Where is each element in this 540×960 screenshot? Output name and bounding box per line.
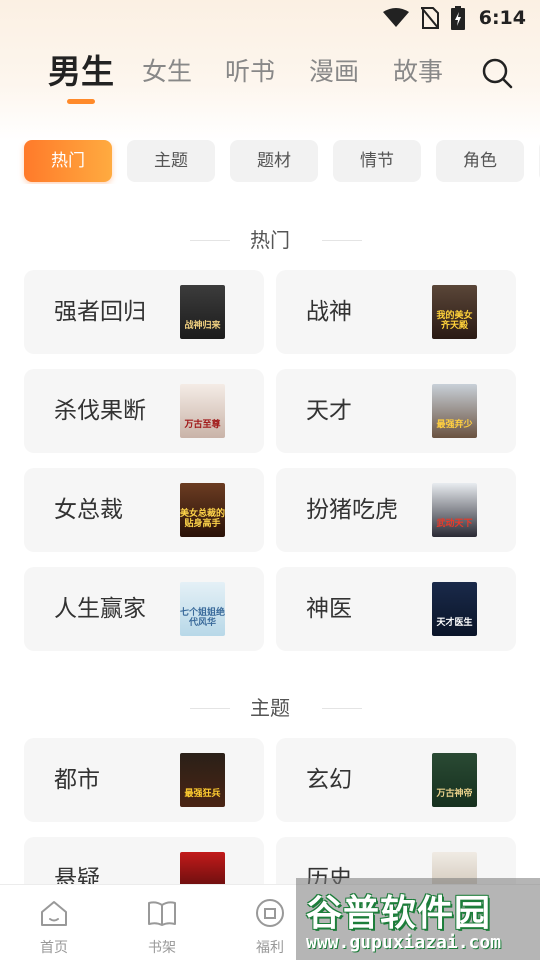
tab-comics[interactable]: 漫画 <box>309 50 359 94</box>
book-cover: 战神归来 <box>180 285 225 339</box>
card-label: 战神 <box>306 299 352 325</box>
home-icon <box>41 901 67 926</box>
tab-label: 听书 <box>225 57 276 86</box>
tab-label: 漫画 <box>309 57 360 86</box>
book-cover: 天才医生 <box>432 582 477 636</box>
chip-hot[interactable]: 热门 <box>24 140 112 182</box>
category-card[interactable]: 强者回归 战神归来 <box>24 270 264 354</box>
filter-chips: 热门 主题 题材 情节 角色 <box>0 140 540 184</box>
section-title-theme: 主题 <box>0 693 540 723</box>
cover-title: 武动天下 <box>436 519 473 529</box>
chip-genre[interactable]: 题材 <box>230 140 318 182</box>
card-label: 强者回归 <box>54 299 146 325</box>
top-nav-tabs: 男生 女生 听书 漫画 故事 <box>0 50 540 104</box>
tab-male[interactable]: 男生 <box>48 50 114 104</box>
tab-label: 故事 <box>393 57 444 86</box>
category-card[interactable]: 扮猪吃虎 武动天下 <box>276 468 516 552</box>
cover-title: 最强狂兵 <box>184 789 221 799</box>
tab-stories[interactable]: 故事 <box>393 50 443 94</box>
cover-title: 美女总裁的贴身高手 <box>180 509 225 529</box>
search-button[interactable] <box>480 56 514 90</box>
watermark: 谷普软件园 www.gupuxiazai.com <box>296 878 540 960</box>
status-time: 6:14 <box>478 7 526 29</box>
cover-title: 最强弃少 <box>436 420 473 430</box>
cover-title: 我的美女 齐天殿 <box>436 311 473 331</box>
category-card[interactable]: 战神 我的美女 齐天殿 <box>276 270 516 354</box>
cover-title: 战神归来 <box>184 321 221 331</box>
book-cover: 万古至尊 <box>180 384 225 438</box>
section-title-hot: 热门 <box>0 225 540 255</box>
chip-plot[interactable]: 情节 <box>333 140 421 182</box>
no-sim-icon <box>420 7 439 29</box>
book-cover: 最强弃少 <box>432 384 477 438</box>
battery-charging-icon <box>450 6 465 30</box>
cover-title: 万古至尊 <box>184 420 221 430</box>
bottom-nav-bookshelf[interactable]: 书架 <box>122 885 202 960</box>
card-label: 女总裁 <box>54 497 123 523</box>
search-icon <box>482 58 513 89</box>
category-card[interactable]: 人生赢家 七个姐姐绝代风华 <box>24 567 264 651</box>
card-label: 天才 <box>306 398 352 424</box>
chip-theme[interactable]: 主题 <box>127 140 215 182</box>
gift-icon <box>256 899 284 927</box>
card-label: 人生赢家 <box>54 596 146 622</box>
book-cover: 我的美女 齐天殿 <box>432 285 477 339</box>
tab-audiobook[interactable]: 听书 <box>225 50 275 94</box>
card-label: 都市 <box>54 767 100 793</box>
tab-female[interactable]: 女生 <box>142 50 192 94</box>
category-card[interactable]: 杀伐果断 万古至尊 <box>24 369 264 453</box>
category-card[interactable]: 女总裁 美女总裁的贴身高手 <box>24 468 264 552</box>
bottom-nav-label: 书架 <box>148 940 176 956</box>
tab-label: 男生 <box>48 52 114 91</box>
wifi-icon <box>382 8 409 27</box>
cover-title: 天才医生 <box>436 618 473 628</box>
card-label: 扮猪吃虎 <box>306 497 398 523</box>
chip-character[interactable]: 角色 <box>436 140 524 182</box>
watermark-url: www.gupuxiazai.com <box>306 932 502 953</box>
book-cover: 七个姐姐绝代风华 <box>180 582 225 636</box>
cover-title: 七个姐姐绝代风华 <box>180 608 225 628</box>
bottom-nav-home[interactable]: 首页 <box>14 885 94 960</box>
category-card[interactable]: 都市 最强狂兵 <box>24 738 264 822</box>
active-tab-indicator <box>67 99 95 104</box>
card-label: 杀伐果断 <box>54 398 146 424</box>
book-cover: 万古神帝 <box>432 753 477 807</box>
cover-title: 万古神帝 <box>436 789 473 799</box>
category-card[interactable]: 天才 最强弃少 <box>276 369 516 453</box>
card-label: 玄幻 <box>306 767 352 793</box>
book-cover: 美女总裁的贴身高手 <box>180 483 225 537</box>
bottom-nav-label: 首页 <box>40 940 68 956</box>
category-card[interactable]: 神医 天才医生 <box>276 567 516 651</box>
card-label: 神医 <box>306 596 352 622</box>
book-cover: 武动天下 <box>432 483 477 537</box>
book-cover: 最强狂兵 <box>180 753 225 807</box>
status-bar: 6:14 <box>0 0 540 36</box>
category-card[interactable]: 玄幻 万古神帝 <box>276 738 516 822</box>
bookshelf-icon <box>148 901 176 926</box>
watermark-title: 谷普软件园 <box>306 893 492 934</box>
tab-label: 女生 <box>142 57 193 86</box>
